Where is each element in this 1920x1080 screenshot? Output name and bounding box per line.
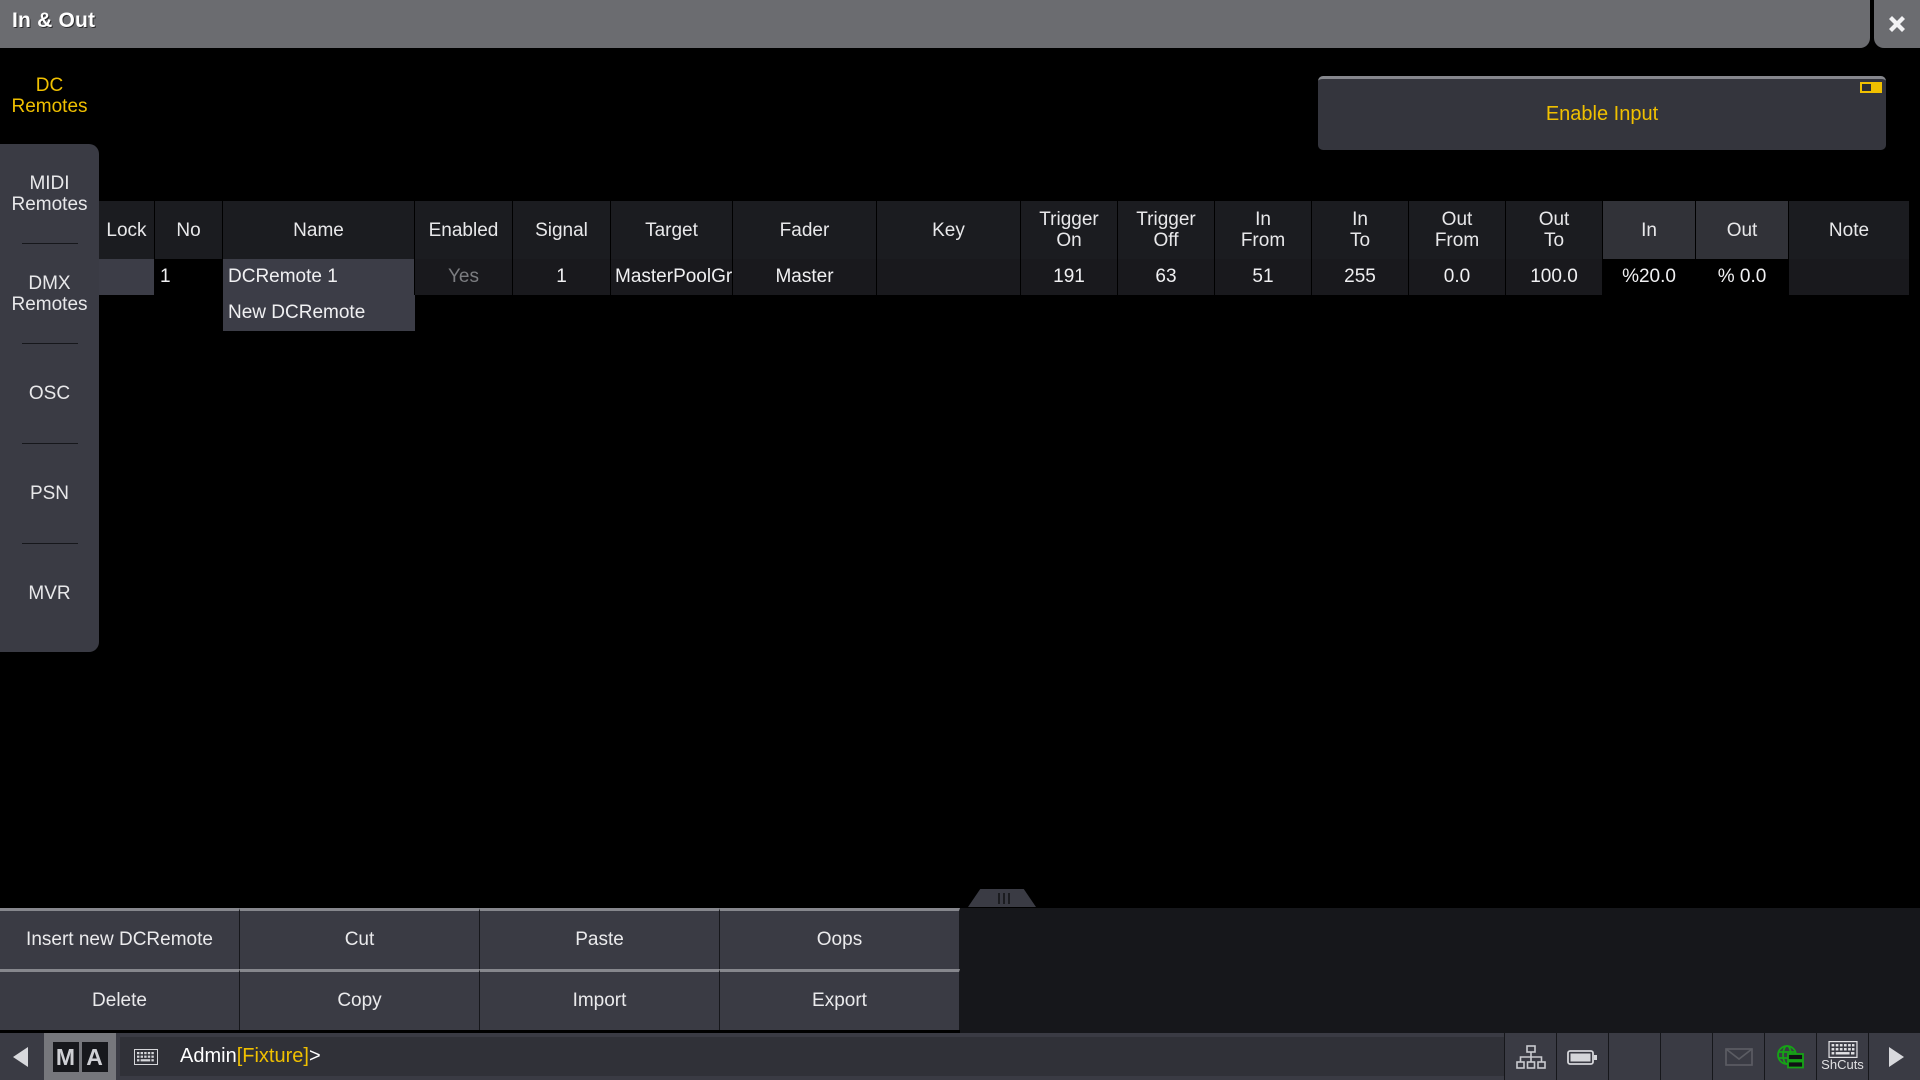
logo-letter-a: A [81, 1041, 108, 1072]
shortcuts-button[interactable]: ShCuts [1816, 1033, 1868, 1080]
sidebar-item-dc-remotes[interactable]: DC Remotes [0, 48, 99, 144]
network-tree-icon-button[interactable] [1504, 1033, 1556, 1080]
cell-in[interactable]: %20.0 [1603, 259, 1696, 295]
battery-icon-button[interactable] [1556, 1033, 1608, 1080]
column-header-in[interactable]: In [1603, 201, 1696, 259]
sidebar-item-label: OSC [28, 383, 71, 404]
sidebar-item-label: MVR [28, 583, 71, 604]
column-header-trigger-on[interactable]: Trigger On [1021, 201, 1118, 259]
column-header-out[interactable]: Out [1696, 201, 1789, 259]
battery-icon [1566, 1049, 1597, 1065]
enable-input-button[interactable]: Enable Input [1318, 76, 1886, 150]
page-title: In & Out [12, 9, 96, 32]
enable-input-label: Enable Input [1545, 103, 1659, 125]
column-header-out-from[interactable]: Out From [1409, 201, 1506, 259]
cell-no[interactable]: 1 [155, 259, 223, 295]
column-header-out-to[interactable]: Out To [1506, 201, 1603, 259]
action-button-grid: Insert new DCRemote Cut Paste Oops Delete Co… [0, 908, 960, 1030]
insert-new-dcremote-button[interactable]: Insert new DCRemote [0, 908, 240, 969]
status-bar: M A Admin[Fixture]> ShCuts [0, 1033, 1920, 1080]
table-header-row: Lock No Name Enabled Signal Target Fader Key Tri… [99, 201, 1920, 259]
cell-fader[interactable]: Master [733, 259, 877, 295]
paste-button[interactable]: Paste [480, 908, 720, 969]
prev-button[interactable] [0, 1033, 44, 1080]
panel-resize-handle[interactable] [968, 889, 1036, 907]
export-button[interactable]: Export [720, 969, 960, 1030]
sidebar-item-midi-remotes[interactable]: MIDI Remotes [0, 144, 99, 243]
sidebar-item-label: PSN [29, 483, 70, 504]
logo-letter-m: M [52, 1041, 79, 1072]
new-dcremote-cell[interactable]: New DCRemote [223, 295, 415, 331]
cell-enabled[interactable]: Yes [415, 259, 513, 295]
new-row[interactable]: New DCRemote [99, 295, 1920, 331]
network-tree-icon [1515, 1044, 1546, 1069]
cell-note[interactable] [1789, 259, 1910, 295]
envelope-icon-button[interactable] [1712, 1033, 1764, 1080]
envelope-icon [1724, 1047, 1753, 1066]
sidebar-item-mvr[interactable]: MVR [0, 544, 99, 643]
cell-in-from[interactable]: 51 [1215, 259, 1312, 295]
actions-empty-area [960, 908, 1920, 1033]
column-header-key[interactable]: Key [877, 201, 1021, 259]
window-title-bar: In & Out [0, 0, 1870, 48]
delete-button[interactable]: Delete [0, 969, 240, 1030]
cell-out-to[interactable]: 100.0 [1506, 259, 1603, 295]
column-header-in-from[interactable]: In From [1215, 201, 1312, 259]
cell-out[interactable]: % 0.0 [1696, 259, 1789, 295]
column-header-lock[interactable]: Lock [99, 201, 155, 259]
sidebar-item-osc[interactable]: OSC [0, 344, 99, 443]
command-line-input[interactable]: Admin[Fixture]> [120, 1037, 1504, 1076]
cut-button[interactable]: Cut [240, 908, 480, 969]
sidebar-item-label: DC Remotes [11, 75, 88, 117]
ma-logo[interactable]: M A [44, 1033, 116, 1080]
sidebar-item-label: MIDI Remotes [11, 172, 88, 215]
arrow-right-icon [1888, 1046, 1904, 1067]
close-icon [1889, 16, 1905, 32]
close-button[interactable] [1874, 0, 1920, 48]
copy-button[interactable]: Copy [240, 969, 480, 1030]
cell-target[interactable]: MasterPoolGra [611, 259, 733, 295]
cell-trigger-on[interactable]: 191 [1021, 259, 1118, 295]
column-header-target[interactable]: Target [611, 201, 733, 259]
column-header-fader[interactable]: Fader [733, 201, 877, 259]
action-row-2: Delete Copy Import Export [0, 969, 960, 1030]
cell-trigger-off[interactable]: 63 [1118, 259, 1215, 295]
column-header-trigger-off[interactable]: Trigger Off [1118, 201, 1215, 259]
cell-key[interactable] [877, 259, 1021, 295]
remotes-table: Lock No Name Enabled Signal Target Fader Key Tri… [99, 201, 1920, 331]
cell-out-from[interactable]: 0.0 [1409, 259, 1506, 295]
shortcuts-keyboard-icon [1827, 1041, 1858, 1058]
cell-name[interactable]: DCRemote 1 [223, 259, 415, 295]
column-header-note[interactable]: Note [1789, 201, 1910, 259]
table-row[interactable]: 1 DCRemote 1 Yes 1 MasterPoolGra Master 191 63 5… [99, 259, 1920, 295]
enable-input-led [1860, 82, 1882, 93]
sidebar: MIDI Remotes DMX Remotes OSC PSN MVR [0, 144, 99, 652]
arrow-left-icon [13, 1046, 28, 1067]
import-button[interactable]: Import [480, 969, 720, 1030]
shortcuts-label: ShCuts [1821, 1057, 1864, 1072]
column-header-in-to[interactable]: In To [1312, 201, 1409, 259]
new-row-spacer [99, 295, 223, 331]
column-header-enabled[interactable]: Enabled [415, 201, 513, 259]
blank-slot-2 [1660, 1033, 1712, 1080]
globe-server-icon-button[interactable] [1764, 1033, 1816, 1080]
keyboard-icon [134, 1048, 158, 1065]
action-row-1: Insert new DCRemote Cut Paste Oops [0, 908, 960, 969]
command-line-text: Admin[Fixture]> [180, 1045, 321, 1067]
column-header-signal[interactable]: Signal [513, 201, 611, 259]
sidebar-item-psn[interactable]: PSN [0, 444, 99, 543]
sidebar-item-dmx-remotes[interactable]: DMX Remotes [0, 244, 99, 343]
oops-button[interactable]: Oops [720, 908, 960, 969]
sidebar-item-label: DMX Remotes [11, 272, 88, 315]
cell-in-to[interactable]: 255 [1312, 259, 1409, 295]
blank-slot-1 [1608, 1033, 1660, 1080]
column-header-name[interactable]: Name [223, 201, 415, 259]
cell-lock[interactable] [99, 259, 155, 295]
globe-server-icon [1776, 1044, 1804, 1068]
next-button[interactable] [1868, 1033, 1920, 1080]
column-header-no[interactable]: No [155, 201, 223, 259]
cell-signal[interactable]: 1 [513, 259, 611, 295]
